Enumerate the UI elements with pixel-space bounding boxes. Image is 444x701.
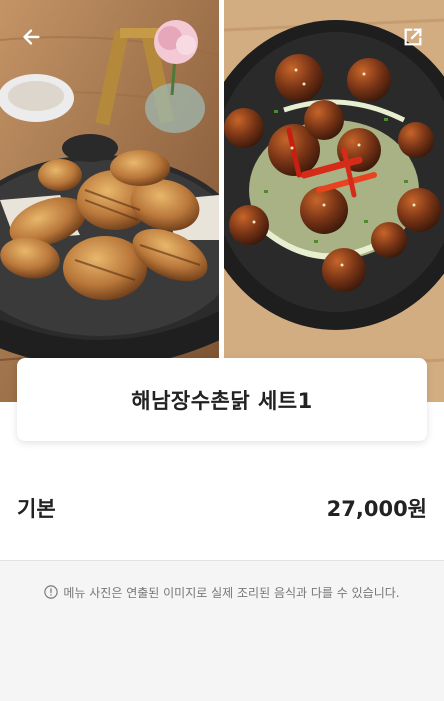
disclaimer-text: 메뉴 사진은 연출된 이미지로 실제 조리된 음식과 다를 수 있습니다. [63,585,400,600]
arrow-left-icon [23,29,40,45]
image-disclaimer: 메뉴 사진은 연출된 이미지로 실제 조리된 음식과 다를 수 있습니다. [0,582,444,602]
section-divider [0,560,444,561]
info-circle-icon [44,585,59,599]
photo-grilled-chicken [0,0,219,402]
price-option-label: 기본 [17,497,56,521]
price-amount: 27,000원 [326,497,427,521]
product-title-card: 해남장수촌닭 세트1 [17,358,427,441]
share-external-icon [404,28,422,46]
back-button[interactable] [16,22,46,52]
photo-spicy-chicken [224,0,444,402]
product-title: 해남장수촌닭 세트1 [131,388,313,413]
share-button[interactable] [398,22,428,52]
price-row: 기본 27,000원 [0,488,444,528]
hero-images [0,0,444,402]
